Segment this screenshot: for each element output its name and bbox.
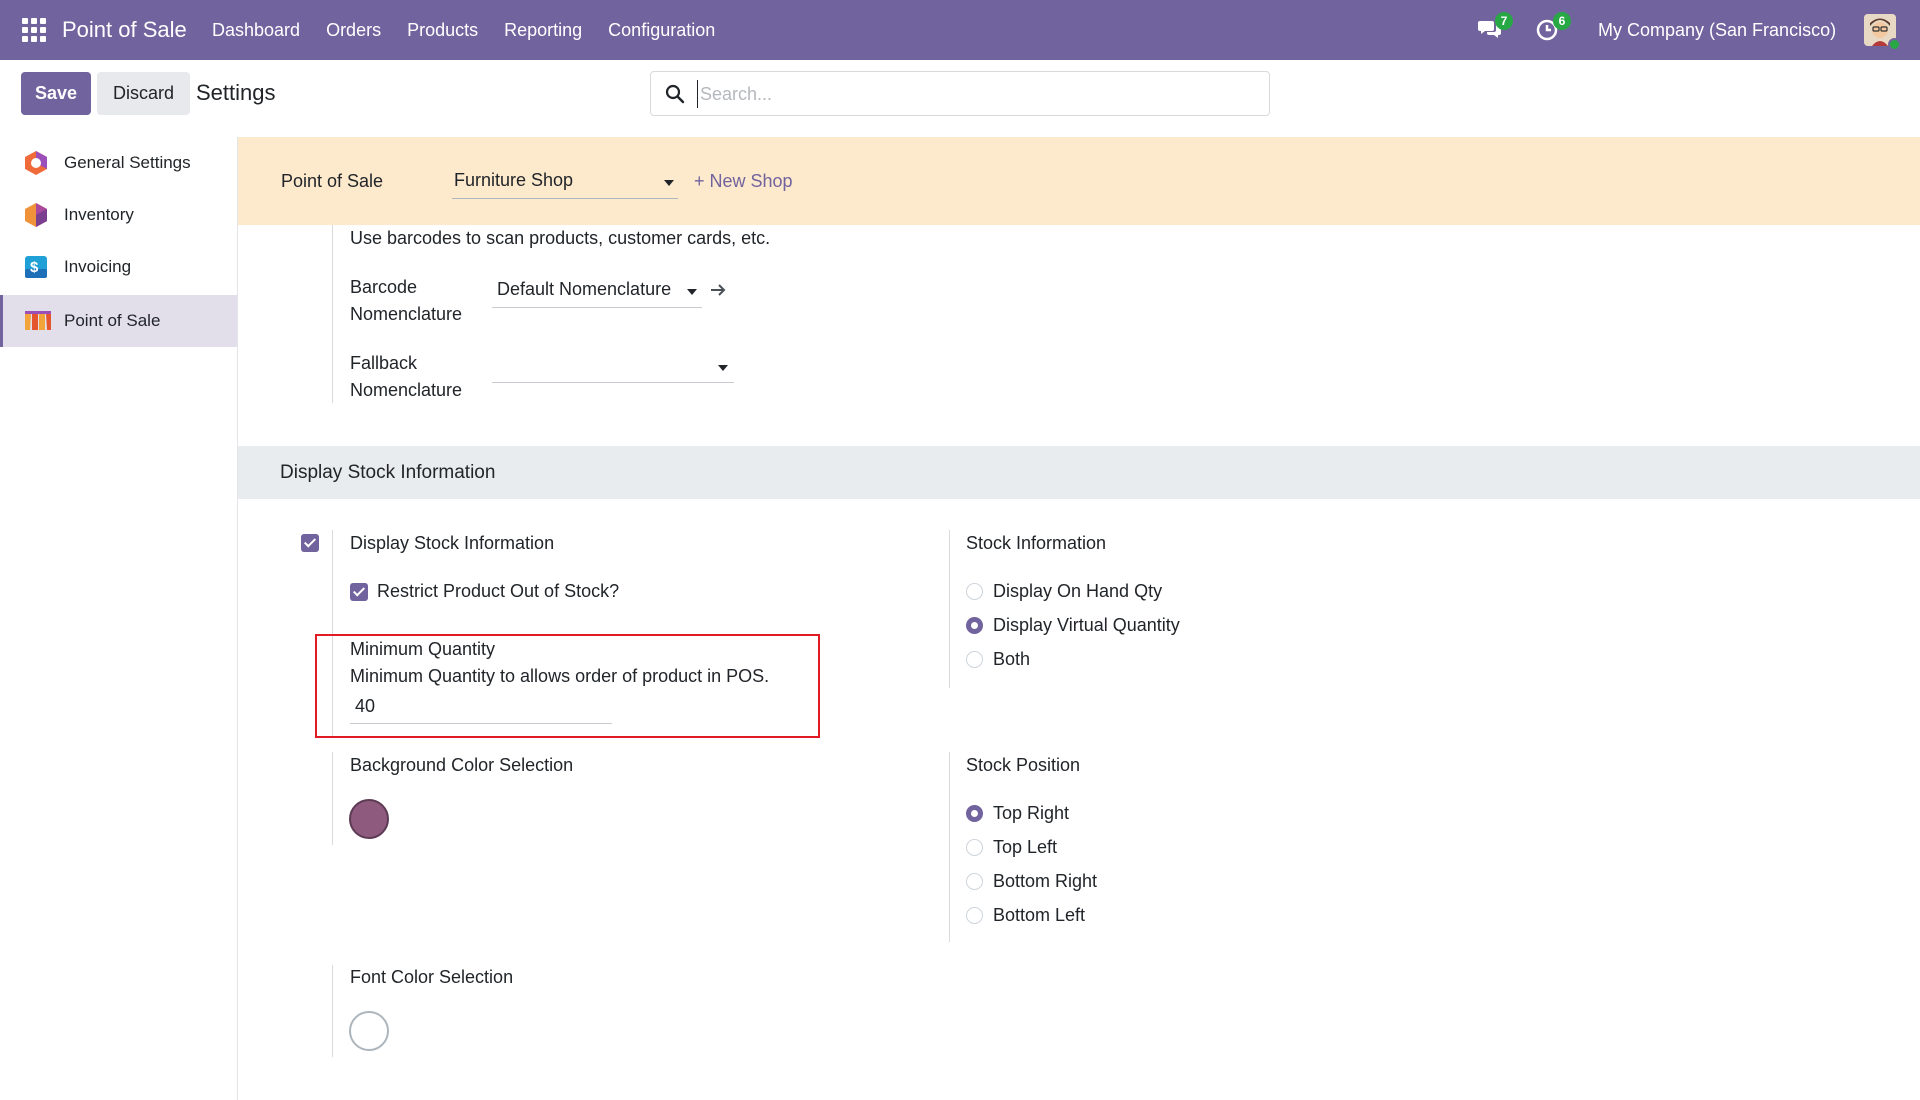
stock-position-title: Stock Position xyxy=(966,755,1081,775)
shop-select-value: Furniture Shop xyxy=(454,170,574,190)
font-color-label: Font Color Selection xyxy=(350,967,514,987)
odoo-settings-icon xyxy=(25,151,47,175)
section-header-display-stock: Display Stock Information xyxy=(238,446,1920,499)
save-button[interactable]: Save xyxy=(21,72,91,115)
sidebar-item-inventory[interactable]: Inventory xyxy=(0,189,237,241)
pos-shop-band: Point of Sale Furniture Shop + New Shop xyxy=(238,137,1920,225)
menu-reporting[interactable]: Reporting xyxy=(504,20,582,41)
fallback-nomenclature-label-2: Nomenclature xyxy=(350,380,463,400)
minimum-quantity-input[interactable]: 40 xyxy=(355,696,375,717)
user-avatar[interactable] xyxy=(1864,14,1901,51)
restrict-out-of-stock-checkbox[interactable] xyxy=(350,583,368,601)
display-stock-label: Display Stock Information xyxy=(350,533,555,553)
band-label: Point of Sale xyxy=(281,171,384,191)
minimum-quantity-help: Minimum Quantity to allows order of prod… xyxy=(350,666,770,686)
barcode-nomenclature-label-1: Barcode xyxy=(350,277,418,297)
radio-label-bottom-left[interactable]: Bottom Left xyxy=(993,905,1085,926)
radio-label-top-right[interactable]: Top Right xyxy=(993,803,1069,824)
shop-select[interactable]: Furniture Shop xyxy=(452,166,678,199)
radio-both[interactable] xyxy=(966,651,983,668)
radio-display-virtual[interactable] xyxy=(966,617,983,634)
minimum-quantity-label: Minimum Quantity xyxy=(350,639,496,659)
barcode-description: Use barcodes to scan products, customer … xyxy=(350,228,771,248)
setting-divider xyxy=(949,530,950,688)
chevron-down-icon xyxy=(687,289,697,295)
radio-label-both[interactable]: Both xyxy=(993,649,1030,670)
chevron-down-icon xyxy=(718,365,728,371)
setting-divider xyxy=(949,752,950,942)
online-status-indicator xyxy=(1888,38,1901,51)
stock-information-title: Stock Information xyxy=(966,533,1107,553)
svg-text:$: $ xyxy=(30,259,39,276)
activities-button[interactable]: 6 xyxy=(1535,12,1571,44)
menu-configuration[interactable]: Configuration xyxy=(608,20,715,41)
messages-button[interactable]: 7 xyxy=(1477,12,1513,44)
sidebar-item-label: General Settings xyxy=(64,153,191,172)
barcode-nomenclature-value: Default Nomenclature xyxy=(497,279,672,299)
fallback-nomenclature-select[interactable] xyxy=(492,352,734,382)
menu-dashboard[interactable]: Dashboard xyxy=(212,20,300,41)
radio-top-left[interactable] xyxy=(966,839,983,856)
inventory-icon xyxy=(25,203,47,227)
menu-orders[interactable]: Orders xyxy=(326,20,381,41)
discard-button[interactable]: Discard xyxy=(97,72,190,115)
display-stock-checkbox[interactable] xyxy=(301,534,319,552)
messages-count-badge: 7 xyxy=(1495,12,1513,30)
font-color-swatch[interactable] xyxy=(349,1011,389,1051)
field-underline xyxy=(492,307,702,308)
pos-icon xyxy=(25,311,51,330)
search-bar xyxy=(650,71,1270,116)
field-underline xyxy=(492,382,734,383)
company-switcher[interactable]: My Company (San Francisco) xyxy=(1598,20,1836,41)
chevron-down-icon xyxy=(664,180,674,186)
app-brand[interactable]: Point of Sale xyxy=(62,17,187,43)
section-title: Display Stock Information xyxy=(280,462,496,483)
barcode-nomenclature-select[interactable]: Default Nomenclature xyxy=(492,277,702,307)
new-shop-button[interactable]: + New Shop xyxy=(694,171,793,192)
radio-label-bottom-right[interactable]: Bottom Right xyxy=(993,871,1097,892)
apps-grid-icon[interactable] xyxy=(22,18,46,42)
setting-divider xyxy=(332,965,333,1057)
background-color-label: Background Color Selection xyxy=(350,755,574,775)
radio-top-right[interactable] xyxy=(966,805,983,822)
radio-bottom-right[interactable] xyxy=(966,873,983,890)
top-navbar: Point of Sale Dashboard Orders Products … xyxy=(0,0,1920,60)
radio-label-display-virtual[interactable]: Display Virtual Quantity xyxy=(993,615,1180,636)
radio-display-on-hand[interactable] xyxy=(966,583,983,600)
menu-products[interactable]: Products xyxy=(407,20,478,41)
setting-divider xyxy=(332,225,333,403)
main-menu: Dashboard Orders Products Reporting Conf… xyxy=(212,20,715,41)
invoicing-icon: $ xyxy=(25,256,47,278)
sidebar-item-label: Point of Sale xyxy=(64,311,161,330)
field-underline xyxy=(350,723,612,724)
search-input[interactable] xyxy=(697,80,1257,108)
breadcrumb: Settings xyxy=(196,80,276,105)
settings-sidebar: General Settings Inventory $ Invoicing P… xyxy=(0,137,238,1100)
background-color-swatch[interactable] xyxy=(349,799,389,839)
sidebar-item-label: Invoicing xyxy=(64,257,132,276)
sidebar-item-label: Inventory xyxy=(64,205,134,224)
sidebar-item-invoicing[interactable]: $ Invoicing xyxy=(0,241,237,293)
restrict-out-of-stock-label[interactable]: Restrict Product Out of Stock? xyxy=(377,581,619,602)
internal-link-arrow-icon[interactable] xyxy=(709,281,727,299)
sidebar-item-general-settings[interactable]: General Settings xyxy=(0,137,237,189)
radio-label-display-on-hand[interactable]: Display On Hand Qty xyxy=(993,581,1162,602)
search-icon xyxy=(665,84,685,104)
radio-bottom-left[interactable] xyxy=(966,907,983,924)
radio-label-top-left[interactable]: Top Left xyxy=(993,837,1057,858)
setting-divider xyxy=(332,752,333,845)
sidebar-item-point-of-sale[interactable]: Point of Sale xyxy=(0,295,237,347)
activities-count-badge: 6 xyxy=(1553,12,1571,30)
fallback-nomenclature-label-1: Fallback xyxy=(350,353,418,373)
barcode-nomenclature-label-2: Nomenclature xyxy=(350,304,463,324)
